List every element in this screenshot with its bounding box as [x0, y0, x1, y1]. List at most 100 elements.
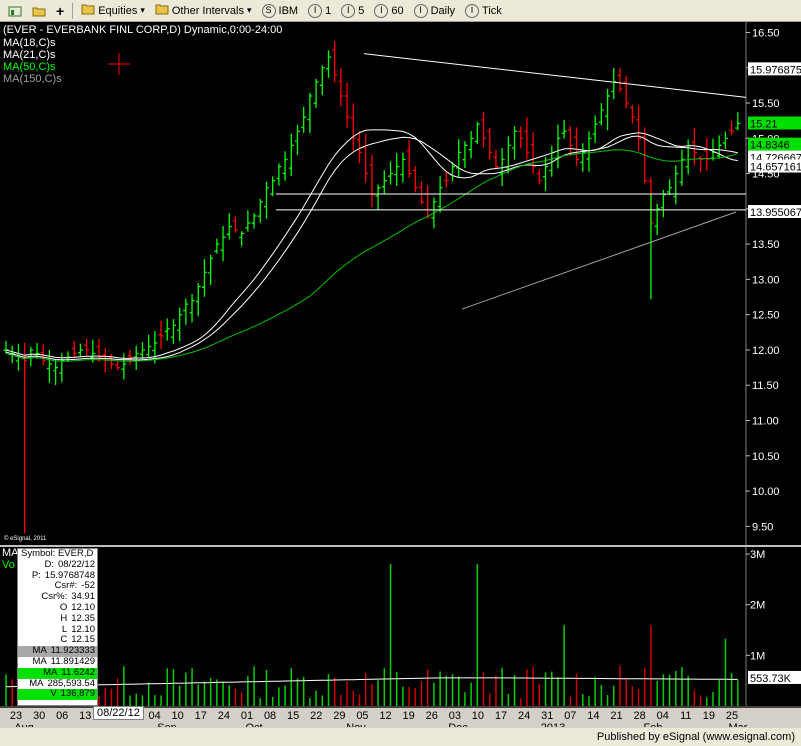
ohlc-bar [90, 339, 96, 363]
date-tick-label: 04 [657, 710, 669, 722]
price-tag-label: 14.8346 [750, 140, 790, 152]
price-tick-label: 13.00 [752, 274, 780, 286]
price-tick-label: 10.50 [752, 451, 780, 463]
ohlc-bar [574, 127, 580, 166]
ohlc-bar [251, 213, 257, 229]
price-chart[interactable]: 16.5016.0015.5015.0014.5014.0013.5013.00… [0, 22, 801, 734]
equities-label: Equities [98, 4, 138, 17]
symbol-ibm-label: IBM [278, 4, 299, 17]
equities-button[interactable]: Equities ▾ [77, 2, 149, 20]
chart-window[interactable]: 16.5016.0015.5015.0014.5014.0013.5013.00… [0, 22, 801, 734]
price-tick-label: 12.50 [752, 310, 780, 322]
ohlc-bar [239, 231, 245, 247]
dropdown-arrow-icon: ▾ [140, 5, 145, 15]
ohlc-bar [139, 342, 145, 360]
symbol-ibm-button[interactable]: S IBM [258, 2, 303, 20]
interval-60-button[interactable]: I 60 [370, 2, 407, 20]
ohlc-bar [679, 149, 685, 186]
ohlc-bar [419, 181, 425, 205]
date-tick-label: 31 [541, 710, 553, 722]
ohlc-bar [71, 340, 77, 359]
price-tag-label: 15.21 [750, 118, 778, 130]
ohlc-bar [536, 169, 542, 185]
date-tick-label: 05 [356, 710, 368, 722]
interval-1-button[interactable]: I1 [304, 2, 335, 20]
ohlc-bar [307, 92, 313, 133]
date-tick-label: 19 [403, 710, 415, 722]
interval-daily-label: Daily [430, 4, 456, 17]
ohlc-bar [220, 225, 226, 262]
price-tick-label: 12.00 [752, 345, 780, 357]
ohlc-bar [319, 65, 325, 96]
price-bars [3, 41, 741, 386]
ohlc-bar [400, 152, 406, 183]
ohlc-bar [350, 103, 356, 152]
info-value: 08/22/12 [58, 558, 95, 570]
ohlc-bar [468, 131, 474, 159]
month-label: Dec [448, 722, 468, 727]
month-label: Mar [729, 722, 748, 727]
ohlc-bar [425, 185, 431, 219]
ohlc-bar [530, 132, 536, 174]
ohlc-bar [481, 112, 487, 148]
date-tick-label: 04 [148, 710, 160, 722]
date-cursor-label: 08/22/12 [93, 706, 144, 720]
ohlc-bar [226, 213, 232, 240]
chart-type-icon[interactable] [4, 2, 26, 20]
interval-5-label: 5 [358, 4, 365, 17]
info-value: 11.6242 [61, 666, 95, 678]
ohlc-bar [288, 133, 294, 176]
ohlc-bar [605, 89, 611, 131]
date-tick-label: 13 [79, 710, 91, 722]
month-label: Feb [644, 722, 663, 727]
info-row: MA 11.6242 [18, 666, 97, 679]
ohlc-bar [493, 150, 499, 170]
ohlc-bar [276, 163, 282, 186]
date-tick-label: 25 [726, 710, 738, 722]
legend-item: MA(18,C)s [3, 37, 56, 49]
ohlc-bar [84, 338, 90, 357]
date-tick-label: 10 [472, 710, 484, 722]
ohlc-bar [394, 153, 400, 186]
info-row: D: 08/22/12 [18, 558, 97, 571]
info-key: V [50, 688, 57, 700]
ohlc-bar [412, 166, 418, 193]
ohlc-bar [77, 343, 83, 357]
ohlc-bar [512, 126, 518, 160]
ohlc-bar [555, 124, 561, 169]
ohlc-bar [580, 143, 586, 172]
date-tick-label: 24 [518, 710, 530, 722]
other-intervals-button[interactable]: Other Intervals ▾ [151, 2, 256, 20]
price-tick-label: 13.50 [752, 239, 780, 251]
ohlc-bar [474, 121, 480, 145]
price-tag-label: 14.657161 [750, 162, 801, 174]
ohlc-bar [344, 82, 350, 128]
ohlc-bar [636, 105, 642, 151]
info-key: D: [44, 558, 55, 570]
ohlc-bar [729, 120, 735, 136]
date-tick-label: 14 [587, 710, 599, 722]
ohlc-bar [363, 133, 369, 183]
price-tick-label: 9.50 [752, 521, 773, 533]
add-icon[interactable]: + [52, 2, 68, 20]
interval-daily-button[interactable]: I Daily [410, 2, 459, 20]
price-tick-label: 16.50 [752, 27, 780, 39]
ohlc-bar [561, 120, 567, 139]
ohlc-bar [338, 67, 344, 107]
ohlc-bar [611, 67, 617, 100]
interval-5-button[interactable]: I5 [337, 2, 368, 20]
legend-item: MA(21,C)s [3, 49, 56, 61]
month-label: 2013 [541, 722, 565, 727]
i-icon: I [374, 3, 389, 18]
date-tick-label: 23 [10, 710, 22, 722]
ohlc-bar [629, 104, 635, 124]
volume-tick-label: 1M [750, 650, 765, 662]
open-folder-icon[interactable] [28, 2, 50, 20]
date-tick-label: 10 [172, 710, 184, 722]
volume-tick-label: 2M [750, 600, 765, 612]
date-tick-label: 29 [333, 710, 345, 722]
ohlc-bar [388, 161, 394, 185]
ohlc-bar [115, 361, 121, 371]
ohlc-bar [456, 138, 462, 178]
interval-tick-button[interactable]: I Tick [461, 2, 506, 20]
